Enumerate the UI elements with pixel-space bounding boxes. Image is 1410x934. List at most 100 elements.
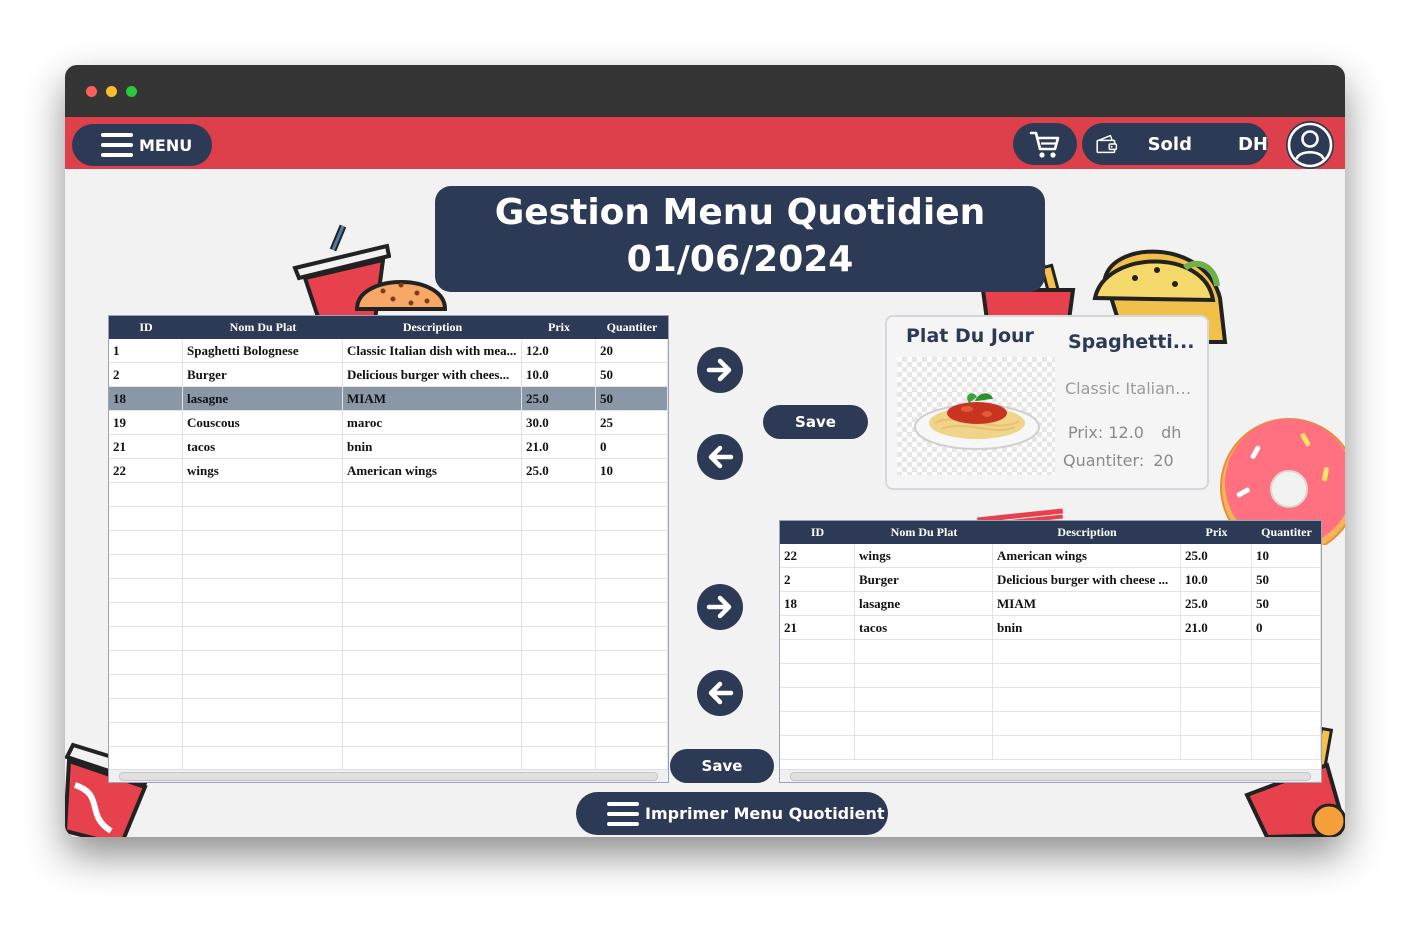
cell-price: 25.0 [522,459,596,482]
wallet-icon [1096,134,1118,154]
table-row[interactable]: 22 wings American wings 25.0 10 [780,544,1321,568]
column-header-price[interactable]: Prix [522,316,596,339]
cell-price: 30.0 [522,411,596,434]
empty-table-row [780,688,1321,712]
plat-du-jour-title: Plat Du Jour [906,325,1034,347]
table-row[interactable]: 21 tacos bnin 21.0 0 [780,616,1321,640]
cell-id [780,688,855,711]
column-header-name[interactable]: Nom Du Plat [855,521,993,544]
cell-name [183,507,343,530]
cell-price [522,507,596,530]
table-header: ID Nom Du Plat Description Prix Quantite… [780,521,1321,544]
minimize-window-button[interactable] [106,86,117,97]
all-dishes-table: ID Nom Du Plat Description Prix Quantite… [108,315,669,783]
cell-quantity [1252,640,1321,663]
remove-dish-left-button[interactable] [697,670,743,716]
horizontal-scrollbar[interactable] [109,769,668,782]
cell-id [109,603,183,626]
cell-price [1181,688,1252,711]
cell-id [109,483,183,506]
print-daily-menu-button[interactable]: Imprimer Menu Quotidient [576,792,888,835]
cell-id: 1 [109,339,183,362]
table-row[interactable]: 22 wings American wings 25.0 10 [109,459,668,483]
cell-price [1181,640,1252,663]
plat-du-jour-name: Spaghetti... [1068,331,1195,353]
table-row[interactable]: 19 Couscous maroc 30.0 25 [109,411,668,435]
cell-quantity [1252,736,1321,759]
sold-label: Sold [1147,133,1192,155]
cell-price: 25.0 [522,387,596,410]
cell-name [183,483,343,506]
empty-table-row [780,640,1321,664]
cell-id: 21 [109,435,183,458]
save-daily-menu-button[interactable]: Save [670,749,774,783]
cell-description [993,664,1181,687]
cell-price: 21.0 [1181,616,1252,639]
cell-quantity [596,723,668,746]
cell-quantity: 50 [596,363,668,386]
cell-quantity [1252,688,1321,711]
user-profile-button[interactable] [1286,121,1334,169]
cell-quantity [596,531,668,554]
table-row[interactable]: 21 tacos bnin 21.0 0 [109,435,668,459]
cell-name [183,579,343,602]
cell-quantity: 20 [596,339,668,362]
close-window-button[interactable] [86,86,97,97]
cell-quantity: 50 [1252,592,1321,615]
cell-id [780,640,855,663]
cell-id [109,747,183,770]
add-to-daily-menu-button[interactable] [697,347,743,393]
cell-price [522,603,596,626]
table-row[interactable]: 2 Burger Delicious burger with chees... 10.… [109,363,668,387]
column-header-quantity[interactable]: Quantiter [1252,521,1321,544]
cell-name: wings [855,544,993,567]
save-plat-du-jour-button[interactable]: Save [763,405,868,439]
maximize-window-button[interactable] [126,86,137,97]
cart-button[interactable] [1013,123,1077,165]
cell-price: 12.0 [522,339,596,362]
table-row[interactable]: 18 lasagne MIAM 25.0 50 [109,387,668,411]
dish-image [897,357,1055,475]
cell-id: 2 [780,568,855,591]
wallet-balance-button[interactable]: Sold DH [1082,123,1268,165]
column-header-id[interactable]: ID [780,521,855,544]
page-heading: Gestion Menu Quotidien 01/06/2024 [435,186,1045,292]
column-header-price[interactable]: Prix [1181,521,1252,544]
menu-button[interactable]: MENU [72,124,212,166]
column-header-description[interactable]: Description [993,521,1181,544]
table-row[interactable]: 1 Spaghetti Bolognese Classic Italian dish… [109,339,668,363]
add-dish-right-button[interactable] [697,584,743,630]
column-header-id[interactable]: ID [109,316,183,339]
table-row[interactable]: 18 lasagne MIAM 25.0 50 [780,592,1321,616]
cell-quantity [596,699,668,722]
cell-description [343,507,522,530]
plat-du-jour-card: Plat Du Jour Spaghetti... Classic Italia… [885,315,1209,490]
cell-id [109,723,183,746]
cell-name: wings [183,459,343,482]
remove-from-daily-menu-button[interactable] [697,434,743,480]
cell-quantity: 25 [596,411,668,434]
cell-name: Burger [855,568,993,591]
column-header-name[interactable]: Nom Du Plat [183,316,343,339]
price-unit: dh [1161,423,1182,442]
cart-icon [1029,131,1060,158]
column-header-description[interactable]: Description [343,316,522,339]
table-row[interactable]: 2 Burger Delicious burger with cheese ... 1… [780,568,1321,592]
cell-name [855,736,993,759]
cell-price [1181,712,1252,735]
cell-name [855,640,993,663]
cell-id: 2 [109,363,183,386]
daily-menu-table: ID Nom Du Plat Description Prix Quantite… [779,520,1322,783]
cell-name [183,747,343,770]
cell-quantity [596,747,668,770]
cell-price [522,699,596,722]
horizontal-scrollbar[interactable] [780,769,1321,782]
empty-table-row [109,627,668,651]
cell-name [855,712,993,735]
cell-name [183,651,343,674]
cell-name: Burger [183,363,343,386]
column-header-quantity[interactable]: Quantiter [596,316,668,339]
cell-price [522,483,596,506]
cell-description [993,640,1181,663]
user-icon [1287,122,1333,168]
